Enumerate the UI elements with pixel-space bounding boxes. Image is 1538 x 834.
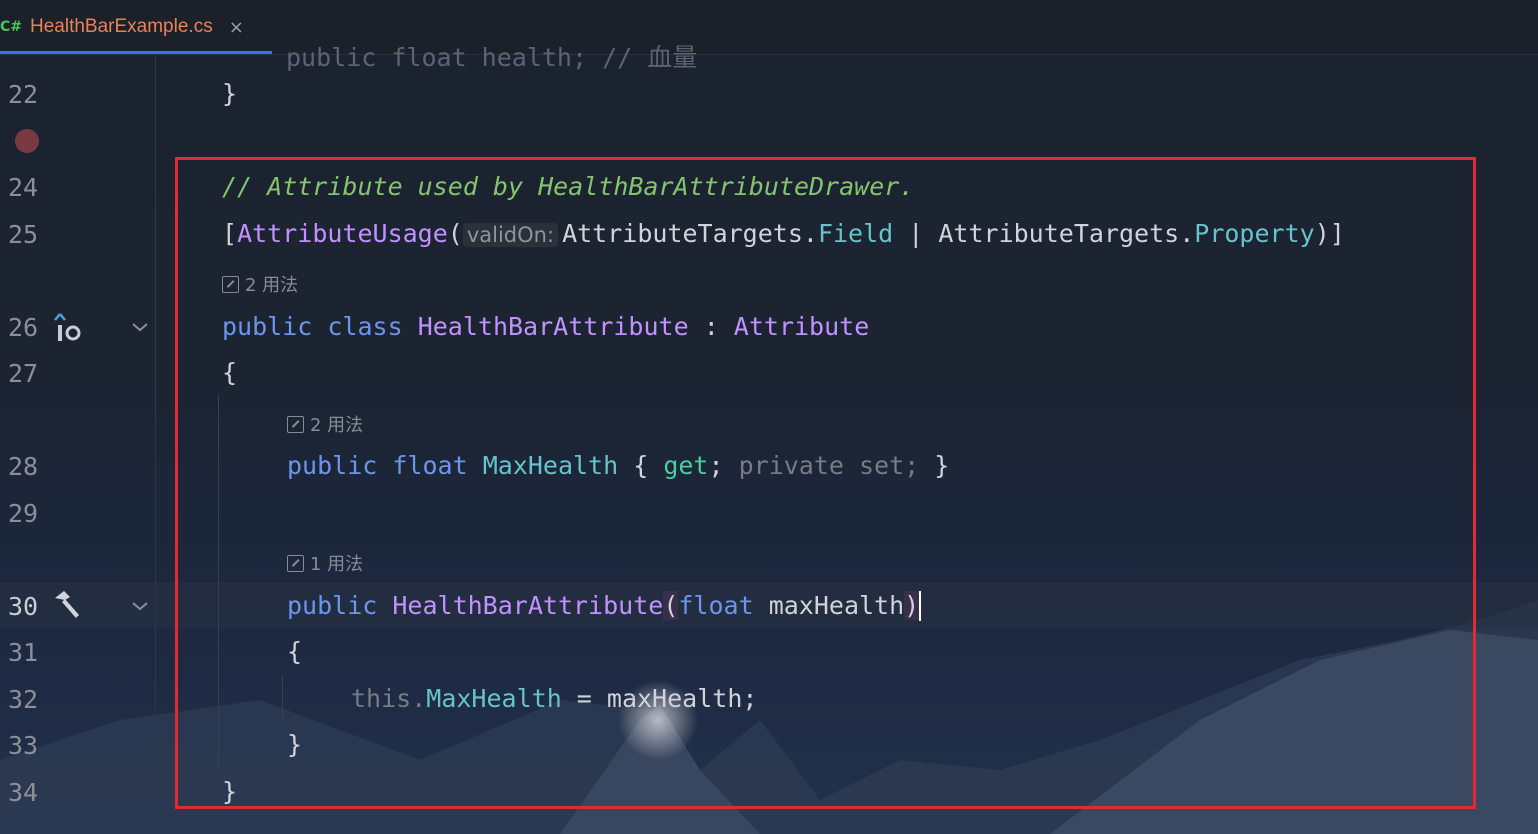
close-icon[interactable]: × bbox=[229, 17, 244, 38]
chevron-down-icon[interactable] bbox=[130, 317, 150, 337]
chevron-down-icon[interactable] bbox=[130, 596, 150, 616]
line-number[interactable]: 26 bbox=[8, 313, 48, 343]
line-number[interactable]: 28 bbox=[8, 452, 48, 482]
editor-gutter: 22 24 25 26 27 28 29 30 31 32 33 34 bbox=[0, 54, 156, 834]
editor-tab-bar: C# HealthBarExample.cs × bbox=[0, 0, 1538, 55]
line-number[interactable]: 31 bbox=[8, 638, 48, 668]
tab-filename: HealthBarExample.cs bbox=[30, 16, 213, 37]
line-number[interactable]: 30 bbox=[8, 592, 48, 622]
scrolled-code-line: public float health; // 血量 bbox=[286, 43, 698, 72]
highlight-box bbox=[175, 157, 1476, 809]
line-number[interactable]: 29 bbox=[8, 499, 48, 529]
line-number[interactable]: 27 bbox=[8, 359, 48, 389]
line-number[interactable]: 33 bbox=[8, 731, 48, 761]
line-number[interactable]: 34 bbox=[8, 778, 48, 808]
implements-icon[interactable] bbox=[52, 312, 84, 346]
csharp-file-icon: C# bbox=[0, 19, 23, 35]
line-number[interactable]: 32 bbox=[8, 685, 48, 715]
line-number[interactable]: 22 bbox=[8, 80, 48, 110]
code-line-22[interactable]: } bbox=[222, 79, 237, 109]
breakpoint-icon[interactable] bbox=[15, 129, 39, 153]
line-number[interactable]: 24 bbox=[8, 173, 48, 203]
line-number[interactable]: 25 bbox=[8, 220, 48, 250]
tab-healthbarexample[interactable]: C# HealthBarExample.cs × bbox=[0, 0, 272, 54]
hammer-icon[interactable] bbox=[50, 588, 84, 622]
